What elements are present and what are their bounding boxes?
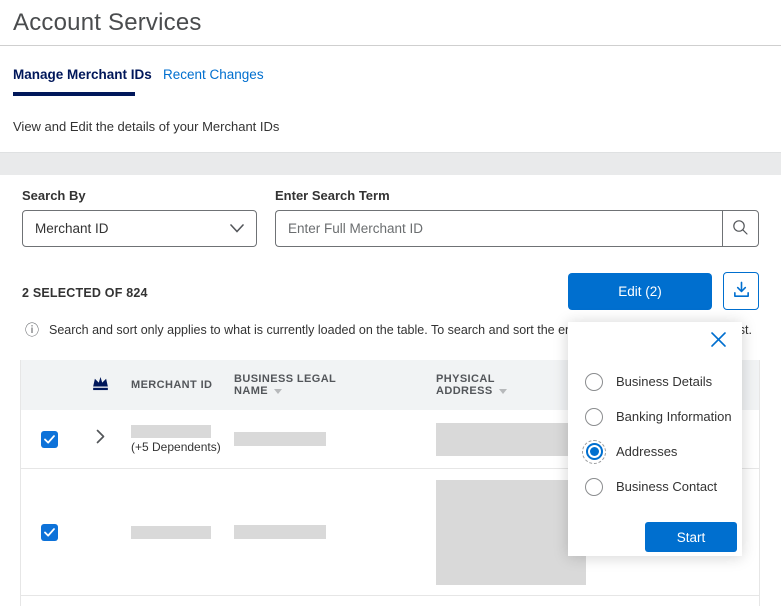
- physical-address-redacted: [436, 422, 586, 456]
- header-business-legal-line2: NAME: [234, 385, 416, 397]
- info-icon: ⓘ: [25, 322, 39, 338]
- business-legal-name-cell: [234, 432, 416, 446]
- search-by-selected-value: Merchant ID: [35, 221, 109, 236]
- merchant-id-redacted: [131, 525, 211, 539]
- search-term-label: Enter Search Term: [275, 188, 390, 203]
- header-business-legal-name[interactable]: BUSINESS LEGAL NAME: [234, 373, 416, 397]
- chevron-down-icon: [230, 221, 244, 236]
- row-checkbox-checked[interactable]: [41, 430, 58, 448]
- start-button[interactable]: Start: [645, 522, 737, 552]
- edit-options-popup: Business Details Banking Information Add…: [568, 322, 742, 556]
- header-divider: [0, 45, 781, 46]
- business-legal-name-redacted: [234, 525, 326, 539]
- physical-address-redacted: [436, 479, 586, 585]
- radio-unselected-icon: [582, 475, 606, 499]
- active-tab-underline: [13, 92, 135, 96]
- dependents-note: (+5 Dependents): [131, 439, 221, 454]
- merchant-id-cell: [124, 525, 234, 539]
- tab-manage-merchant-ids[interactable]: Manage Merchant IDs: [13, 67, 152, 82]
- download-icon: [732, 280, 751, 302]
- option-addresses[interactable]: Addresses: [582, 434, 736, 469]
- business-legal-name-cell: [234, 525, 416, 539]
- search-button[interactable]: [722, 210, 759, 247]
- row-checkbox-checked[interactable]: [41, 523, 58, 541]
- section-divider-band: [0, 152, 781, 175]
- option-banking-information[interactable]: Banking Information: [582, 399, 736, 434]
- sort-down-icon[interactable]: [274, 388, 282, 394]
- merchant-id-cell: (+5 Dependents): [124, 424, 234, 454]
- row-select-cell: [21, 430, 76, 448]
- search-by-select[interactable]: Merchant ID: [22, 210, 257, 247]
- page-title: Account Services: [13, 9, 202, 36]
- radio-selected-icon: [582, 439, 606, 464]
- business-legal-name-redacted: [234, 432, 326, 446]
- header-business-legal-line1: BUSINESS LEGAL: [234, 373, 337, 385]
- sort-down-icon[interactable]: [498, 388, 507, 394]
- radio-unselected-icon: [582, 405, 606, 429]
- header-expand-column: [76, 374, 124, 396]
- header-merchant-id[interactable]: MERCHANT ID: [124, 379, 234, 391]
- selection-summary: 2 SELECTED OF 824: [22, 286, 148, 300]
- tab-recent-changes[interactable]: Recent Changes: [163, 67, 264, 82]
- chevron-right-icon[interactable]: [96, 429, 105, 449]
- download-button[interactable]: [723, 272, 759, 310]
- search-input[interactable]: [275, 210, 722, 247]
- row-select-cell: [21, 523, 76, 541]
- radio-unselected-icon: [582, 370, 606, 394]
- edit-options-list: Business Details Banking Information Add…: [582, 364, 736, 504]
- search-term-group: [275, 210, 759, 247]
- search-icon: [732, 219, 749, 239]
- merchant-id-redacted: [131, 424, 211, 438]
- crown-icon: [90, 374, 111, 396]
- option-business-details[interactable]: Business Details: [582, 364, 736, 399]
- account-services-page: Account Services Manage Merchant IDs Rec…: [0, 0, 781, 606]
- page-subtitle: View and Edit the details of your Mercha…: [13, 119, 280, 134]
- close-icon[interactable]: [710, 331, 727, 348]
- option-business-contact[interactable]: Business Contact: [582, 469, 736, 504]
- search-by-label: Search By: [22, 188, 86, 203]
- row-expand-cell: [76, 429, 124, 449]
- edit-button[interactable]: Edit (2): [568, 273, 712, 310]
